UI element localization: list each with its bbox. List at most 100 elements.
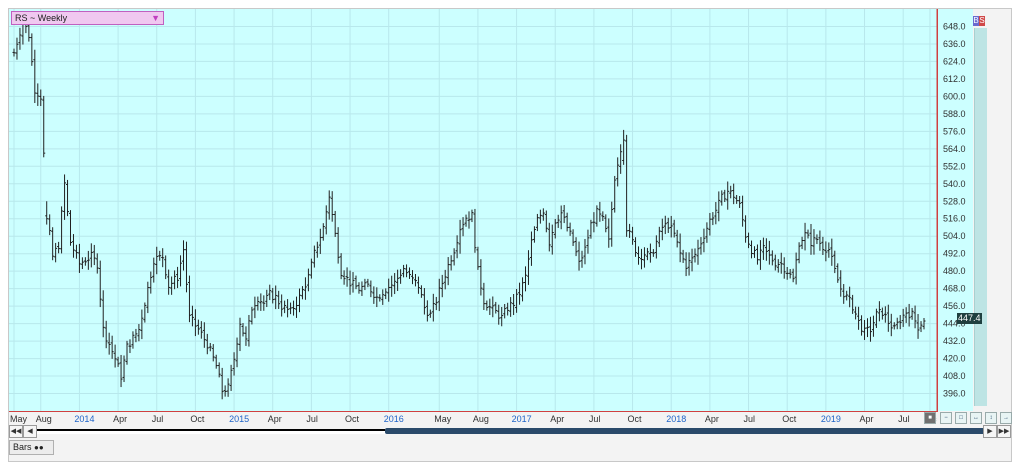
ohlc-bar [333, 210, 337, 237]
ohlc-bar [592, 212, 596, 233]
ohlc-bar [485, 300, 489, 311]
ohlc-bar [851, 294, 855, 314]
binoculars-icon[interactable]: ●● [34, 443, 44, 452]
y-tick-label: 612.0 [943, 74, 966, 84]
scroll-thumb[interactable] [385, 428, 991, 434]
ohlc-bar [880, 307, 884, 320]
ohlc-bar [854, 306, 858, 320]
ohlc-bar [565, 212, 569, 232]
ohlc-bar [268, 284, 272, 301]
y-tick-label: 396.0 [943, 389, 966, 399]
ohlc-bar [339, 253, 343, 280]
ohlc-bar [577, 241, 581, 271]
ohlc-bar [601, 211, 605, 221]
fit-icon[interactable]: □ [955, 412, 967, 424]
ohlc-bar [300, 286, 304, 300]
ohlc-bar [464, 214, 468, 227]
chart-type-tab[interactable]: Bars ●● [9, 440, 54, 455]
ohlc-bar [509, 297, 513, 317]
dropdown-arrow-icon[interactable]: ▼ [151, 12, 160, 24]
ohlc-bar [321, 223, 325, 241]
ohlc-bar [161, 248, 165, 268]
ohlc-bar [604, 214, 608, 233]
expand-icon[interactable]: ↔ [970, 412, 982, 424]
x-tick-label: 2017 [512, 414, 532, 424]
ohlc-bar [366, 278, 370, 288]
ohlc-bar [720, 190, 724, 206]
zoom-out-icon[interactable]: − [940, 412, 952, 424]
ohlc-bar [524, 266, 528, 292]
ohlc-bar [690, 248, 694, 272]
x-tick-label: Oct [782, 414, 797, 424]
ohlc-bar [92, 244, 96, 266]
scroll-left-icon[interactable]: ◀ [23, 425, 37, 438]
x-tick-label: 2014 [74, 414, 94, 424]
ohlc-bar [657, 226, 661, 248]
ohlc-bar [684, 252, 688, 277]
scroll-right-icon[interactable]: → [1000, 412, 1012, 424]
ohlc-bar [286, 299, 290, 318]
ohlc-bar [515, 288, 519, 313]
ohlc-bar [422, 288, 426, 315]
ohlc-bar [535, 213, 539, 232]
ohlc-bar [755, 244, 759, 265]
x-tick-label: 2016 [384, 414, 404, 424]
period-button[interactable]: ■ [924, 412, 936, 424]
ohlc-bar [821, 236, 825, 256]
ohlc-bar [381, 289, 385, 305]
ohlc-bar [60, 206, 64, 254]
x-tick-label: 2019 [821, 414, 841, 424]
ohlc-bar [173, 270, 177, 290]
y-tick-label: 468.0 [943, 284, 966, 294]
ohlc-bar [910, 307, 914, 320]
ohlc-bar [562, 204, 566, 224]
y-tick-label: 528.0 [943, 196, 966, 206]
ohlc-bar [812, 229, 816, 255]
x-tick-labels: May Aug 2014 Apr Jul Oct 2015 Apr Jul Oct 2016 May A… [10, 414, 937, 424]
ohlc-bar [449, 255, 453, 271]
price-chart[interactable]: 648.0 636.0 624.0 612.0 600.0 588.0 576.0 564.0… [9, 9, 975, 413]
sell-button[interactable]: S [979, 16, 985, 26]
ohlc-bar [571, 229, 575, 247]
ohlc-bar [865, 318, 869, 338]
ohlc-bar [241, 323, 245, 337]
ohlc-bar [113, 344, 117, 368]
ohlc-bar [610, 201, 614, 247]
ohlc-bar [491, 296, 495, 318]
ohlc-bar [125, 340, 129, 365]
ohlc-bar [431, 293, 435, 322]
ohlc-bar [556, 214, 560, 228]
x-tick-label: 2015 [229, 414, 249, 424]
ohlc-bar [74, 244, 78, 259]
ohlc-bar [672, 219, 676, 238]
ohlc-bar [595, 205, 599, 227]
ohlc-bar [776, 259, 780, 273]
ohlc-bar [295, 296, 299, 318]
ohlc-bar [143, 302, 147, 323]
ohlc-bar [553, 218, 557, 239]
compress-icon[interactable]: ↕ [985, 412, 997, 424]
symbol-selector[interactable]: RS ~ Weekly ▼ [11, 11, 164, 25]
scroll-right-button-icon[interactable]: ▶ [983, 425, 997, 438]
ohlc-bar [839, 270, 843, 297]
x-tick-label: Apr [113, 414, 127, 424]
ohlc-bar [874, 308, 878, 328]
ohlc-bar [18, 27, 22, 50]
x-tick-label: Apr [268, 414, 282, 424]
ohlc-bar [271, 287, 275, 304]
ohlc-bar [824, 241, 828, 262]
x-tick-label: Aug [36, 414, 52, 424]
ohlc-bar [845, 290, 849, 301]
x-tick-label: 2018 [666, 414, 686, 424]
x-tick-label: Apr [550, 414, 564, 424]
ohlc-bar [187, 275, 191, 323]
y-tick-label: 420.0 [943, 354, 966, 364]
ohlc-bar [901, 308, 905, 327]
ohlc-bar [235, 337, 239, 368]
ohlc-bar [863, 319, 867, 340]
side-scroll-strip[interactable] [974, 28, 987, 406]
ohlc-bar [678, 233, 682, 263]
last-page-icon[interactable]: ▶▶ [997, 425, 1011, 438]
ohlc-bar [687, 252, 691, 276]
first-page-icon[interactable]: ◀◀ [9, 425, 23, 438]
